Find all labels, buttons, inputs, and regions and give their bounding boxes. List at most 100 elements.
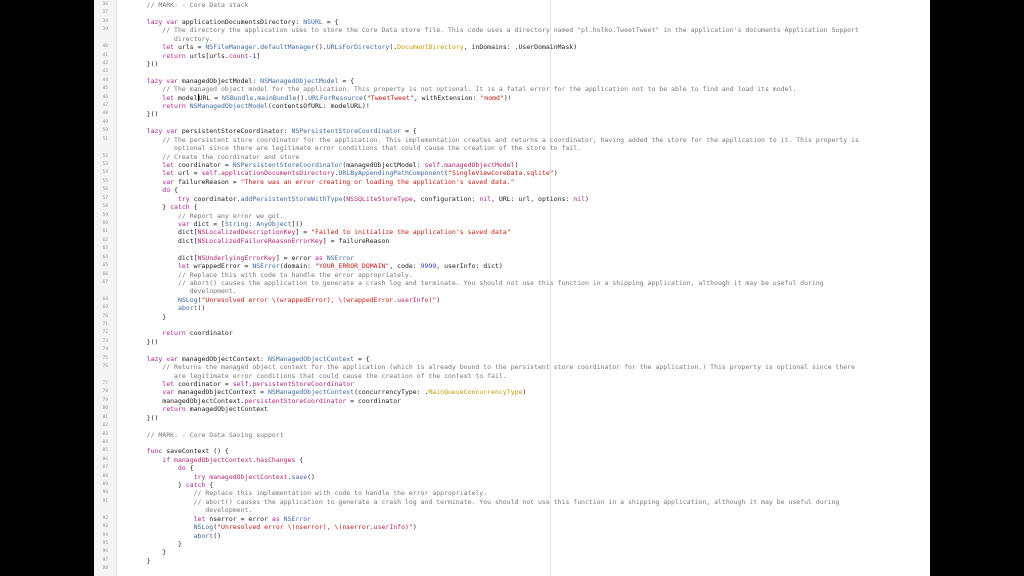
code-line[interactable]: 64 dict[NSUnderlyingErrorKey] = error as… — [94, 254, 930, 262]
code-line[interactable]: 91 // abort() causes the application to … — [94, 498, 930, 506]
code-line[interactable]: 69 abort() — [94, 304, 930, 312]
code-text[interactable]: var dict = [String: AnyObject]() — [131, 220, 303, 228]
code-text[interactable]: return managedObjectContext — [131, 405, 268, 413]
code-text[interactable]: // The directory the application uses to… — [131, 26, 859, 34]
code-line[interactable]: 65 let wrappedError = NSError(domain: "Y… — [94, 262, 930, 270]
code-line[interactable]: 61 dict[NSLocalizedDescriptionKey] = "Fa… — [94, 228, 930, 236]
code-line[interactable]: directory. — [94, 35, 930, 43]
code-text[interactable]: } — [131, 540, 182, 548]
code-line[interactable]: 52 // Create the coordinator and store — [94, 153, 930, 161]
code-line[interactable]: 73 }() — [94, 338, 930, 346]
code-line[interactable]: 74 — [94, 346, 930, 354]
code-line[interactable]: 96 } — [94, 548, 930, 556]
code-text[interactable]: } — [131, 313, 166, 321]
code-text[interactable]: return NSManagedObjectModel(contentsOfUR… — [131, 102, 369, 110]
code-text[interactable]: let modelURL = NSBundle.mainBundle().URL… — [131, 94, 511, 102]
code-line[interactable]: 86 if managedObjectContext.hasChanges { — [94, 456, 930, 464]
code-text[interactable]: let nserror = error as NSError — [131, 515, 311, 523]
code-line[interactable]: 55 var failureReason = "There was an err… — [94, 178, 930, 186]
code-line[interactable]: 49 — [94, 119, 930, 127]
code-line[interactable]: 67 // abort() causes the application to … — [94, 279, 930, 287]
code-text[interactable]: return urls[urls.count-1] — [131, 52, 260, 60]
code-text[interactable]: }() — [131, 414, 159, 422]
code-text[interactable]: return coordinator — [131, 329, 232, 337]
code-text[interactable]: // Replace this with code to handle the … — [131, 271, 413, 279]
code-text[interactable]: }() — [131, 338, 159, 346]
code-line[interactable]: 63 — [94, 245, 930, 253]
code-text[interactable]: // MARK: - Core Data stack — [131, 1, 249, 9]
code-line[interactable]: 89 } catch { — [94, 481, 930, 489]
code-line[interactable]: optional since there are legitimate erro… — [94, 144, 930, 152]
code-line[interactable]: 88 try managedObjectContext.save() — [94, 473, 930, 481]
code-text[interactable]: are legitimate error conditions that cou… — [131, 372, 507, 380]
code-text[interactable]: lazy var managedObjectModel: NSManagedOb… — [131, 77, 354, 85]
code-line[interactable]: 75 lazy var managedObjectContext: NSMana… — [94, 355, 930, 363]
code-line[interactable]: 60 var dict = [String: AnyObject]() — [94, 220, 930, 228]
code-line[interactable]: 94 abort() — [94, 532, 930, 540]
code-text[interactable]: // MARK: - Core Data Saving support — [131, 431, 284, 439]
code-text[interactable]: try managedObjectContext.save() — [131, 473, 315, 481]
code-line[interactable]: 87 do { — [94, 464, 930, 472]
code-line[interactable]: 98 — [94, 565, 930, 573]
code-text[interactable]: // Create the coordinator and store — [131, 153, 299, 161]
code-line[interactable]: 77 let coordinator = self.persistentStor… — [94, 380, 930, 388]
code-text[interactable]: let coordinator = NSPersistentStoreCoord… — [131, 161, 518, 169]
code-text[interactable]: lazy var persistentStoreCoordinator: NSP… — [131, 127, 417, 135]
code-line[interactable]: 62 dict[NSLocalizedFailureReasonErrorKey… — [94, 237, 930, 245]
code-line[interactable]: 70 } — [94, 313, 930, 321]
code-text[interactable]: var managedObjectContext = NSManagedObje… — [131, 388, 526, 396]
code-text[interactable]: var failureReason = "There was an error … — [131, 178, 514, 186]
code-line[interactable]: 41 return urls[urls.count-1] — [94, 52, 930, 60]
code-text[interactable]: lazy var applicationDocumentsDirectory: … — [131, 18, 339, 26]
code-text[interactable]: }() — [131, 60, 159, 68]
code-line[interactable]: 44 lazy var managedObjectModel: NSManage… — [94, 77, 930, 85]
code-line[interactable]: 80 return managedObjectContext — [94, 405, 930, 413]
code-line[interactable]: 57 try coordinator.addPersistentStoreWit… — [94, 195, 930, 203]
code-text[interactable]: let coordinator = self.persistentStoreCo… — [131, 380, 354, 388]
code-text[interactable]: dict[NSLocalizedFailureReasonErrorKey] =… — [131, 237, 389, 245]
code-line[interactable]: 37 — [94, 9, 930, 17]
code-line[interactable]: 81 }() — [94, 414, 930, 422]
code-line[interactable]: 58 } catch { — [94, 203, 930, 211]
code-text[interactable]: } — [131, 557, 151, 565]
code-text[interactable]: }() — [131, 110, 159, 118]
code-text[interactable]: dict[NSUnderlyingErrorKey] = error as NS… — [131, 254, 354, 262]
code-text[interactable]: abort() — [131, 304, 205, 312]
code-text[interactable]: lazy var managedObjectContext: NSManaged… — [131, 355, 370, 363]
code-text[interactable]: } catch { — [131, 203, 197, 211]
code-line[interactable]: 71 — [94, 321, 930, 329]
code-text[interactable]: let url = self.applicationDocumentsDirec… — [131, 169, 557, 177]
code-text[interactable]: // abort() causes the application to gen… — [131, 279, 824, 287]
code-text[interactable]: NSLog("Unresolved error \(wrappedError),… — [131, 296, 440, 304]
code-line[interactable]: 38 lazy var applicationDocumentsDirector… — [94, 18, 930, 26]
code-text[interactable]: } catch { — [131, 481, 213, 489]
code-text[interactable]: do { — [131, 464, 194, 472]
code-text[interactable]: // Replace this implementation with code… — [131, 489, 488, 497]
code-text[interactable]: let wrappedError = NSError(domain: "YOUR… — [131, 262, 503, 270]
code-text[interactable]: func saveContext () { — [131, 447, 229, 455]
code-line[interactable]: 66 // Replace this with code to handle t… — [94, 271, 930, 279]
code-text[interactable]: // The persistent store coordinator for … — [131, 136, 859, 144]
code-text[interactable]: if managedObjectContext.hasChanges { — [131, 456, 303, 464]
code-line[interactable]: 36 // MARK: - Core Data stack — [94, 1, 930, 9]
code-line[interactable]: 56 do { — [94, 186, 930, 194]
code-text[interactable]: let urls = NSFileManager.defaultManager(… — [131, 43, 577, 51]
code-line[interactable]: 76 // Returns the managed object context… — [94, 363, 930, 371]
code-line[interactable]: 97 } — [94, 557, 930, 565]
code-line[interactable]: 45 // The managed object model for the a… — [94, 85, 930, 93]
code-line[interactable]: 42 }() — [94, 60, 930, 68]
code-line[interactable]: 95 } — [94, 540, 930, 548]
code-text[interactable]: // Returns the managed object context fo… — [131, 363, 855, 371]
code-text[interactable]: managedObjectContext.persistentStoreCoor… — [131, 397, 401, 405]
code-line[interactable]: development. — [94, 506, 930, 514]
code-line[interactable]: 53 let coordinator = NSPersistentStoreCo… — [94, 161, 930, 169]
code-line[interactable]: 46 let modelURL = NSBundle.mainBundle().… — [94, 94, 930, 102]
code-text[interactable]: try coordinator.addPersistentStoreWithTy… — [131, 195, 589, 203]
code-text[interactable]: directory. — [131, 35, 213, 43]
code-text[interactable]: NSLog("Unresolved error \(nserror), \(ns… — [131, 523, 417, 531]
code-line[interactable]: are legitimate error conditions that cou… — [94, 372, 930, 380]
code-line[interactable]: 50 lazy var persistentStoreCoordinator: … — [94, 127, 930, 135]
code-text[interactable]: development. — [131, 506, 252, 514]
code-text[interactable]: // The managed object model for the appl… — [131, 85, 796, 93]
code-area[interactable]: 36 // MARK: - Core Data stack 37 38 lazy v… — [94, 1, 930, 574]
